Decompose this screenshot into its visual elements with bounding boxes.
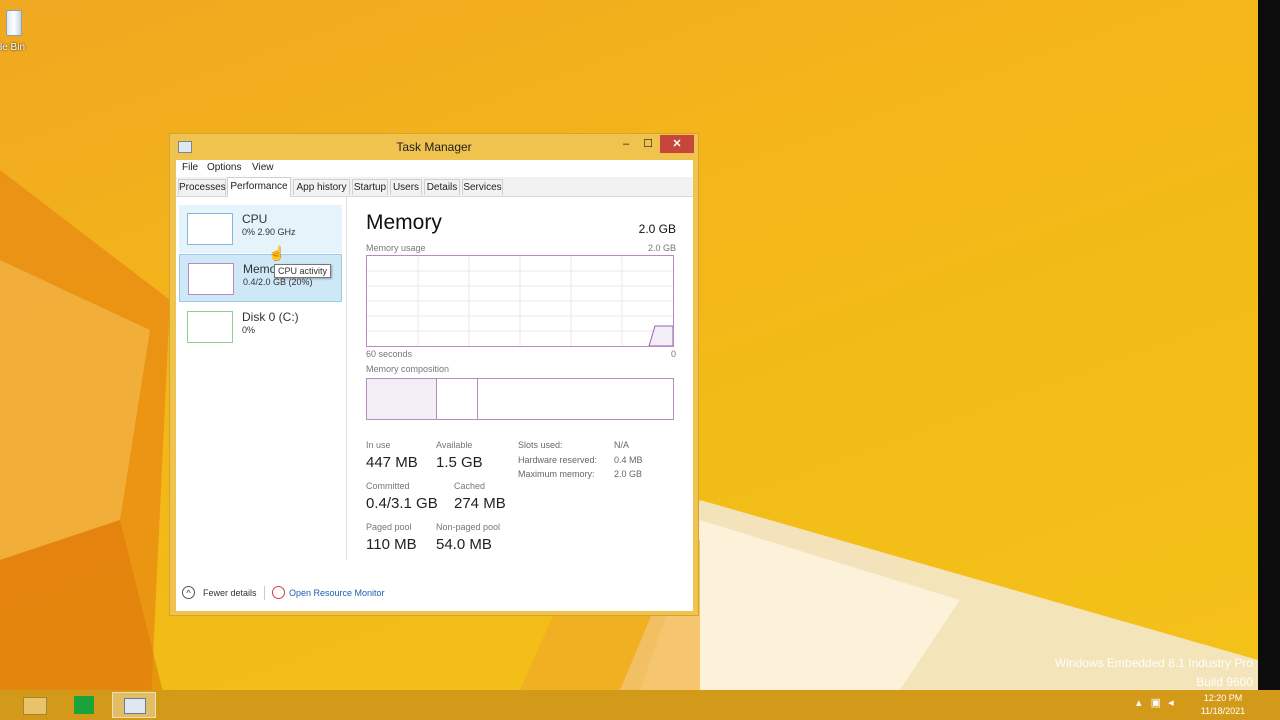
title-bar[interactable]: Task Manager – ☐ ✕ <box>170 134 698 160</box>
task-manager-taskbar-button[interactable] <box>112 692 156 718</box>
non-paged-pool-label: Non-paged pool <box>436 522 501 532</box>
chevron-up-icon[interactable]: ^ <box>182 586 195 599</box>
maximum-memory-value: 2.0 GB <box>614 469 643 479</box>
sidebar-item-value: 0% 2.90 GHz <box>242 227 296 237</box>
maximum-memory-label: Maximum memory: <box>518 469 595 479</box>
memory-usage-label: Memory usage <box>366 243 426 253</box>
clock-date: 11/18/2021 <box>1200 706 1246 716</box>
tab-details[interactable]: Details <box>424 179 460 195</box>
task-manager-icon <box>124 698 146 714</box>
trash-icon <box>6 10 22 36</box>
hardware-reserved-label: Hardware reserved: <box>518 455 598 465</box>
system-tray: ▴ ▣ ◂ <box>1136 696 1174 709</box>
sidebar-item-label: CPU <box>242 212 268 226</box>
available-label: Available <box>436 440 473 450</box>
tab-bar: Processes Performance App history Startu… <box>176 177 693 197</box>
memory-usage-max: 2.0 GB <box>647 243 676 253</box>
maximize-button[interactable]: ☐ <box>638 135 658 153</box>
os-watermark: Windows Embedded 8.1 Industry Pro Build … <box>1055 654 1253 692</box>
watermark-edition: Windows Embedded 8.1 Industry Pro <box>1054 656 1253 670</box>
tab-app-history[interactable]: App history <box>293 179 350 195</box>
in-use-label: In use <box>366 440 391 450</box>
clock-time: 12:20 PM <box>1203 693 1243 703</box>
recycle-bin-label: le Bin <box>0 42 26 53</box>
sidebar-item-value: 0.4/2.0 GB (20%) <box>243 277 313 287</box>
right-edge-bar <box>1258 0 1280 690</box>
sidebar-item-memory[interactable]: Memory 0.4/2.0 GB (20%) <box>179 254 342 302</box>
volume-icon[interactable]: ◂ <box>1168 697 1174 709</box>
tab-performance[interactable]: Performance <box>227 177 291 197</box>
fewer-details-link[interactable]: Fewer details <box>203 588 257 598</box>
task-manager-window: Task Manager – ☐ ✕ File Options View Pro… <box>169 133 699 616</box>
cached-value: 274 MB <box>454 495 506 512</box>
window-client-area: File Options View Processes Performance … <box>176 160 693 611</box>
sidebar-item-label: Disk 0 (C:) <box>242 310 299 324</box>
open-resource-monitor-link[interactable]: Open Resource Monitor <box>289 588 385 598</box>
memory-usage-plot <box>367 256 674 347</box>
network-icon[interactable]: ▣ <box>1151 697 1161 709</box>
menu-file[interactable]: File <box>182 162 198 173</box>
minimize-button[interactable]: – <box>616 135 636 153</box>
store-icon[interactable] <box>64 692 104 718</box>
paged-pool-label: Paged pool <box>366 522 412 532</box>
tab-users[interactable]: Users <box>390 179 422 195</box>
memory-composition-bar <box>366 378 674 420</box>
sidebar-item-value: 0% <box>242 325 256 335</box>
clock[interactable]: 12:20 PM 11/18/2021 <box>1188 692 1258 718</box>
composition-modified <box>437 379 478 419</box>
menu-options[interactable]: Options <box>207 162 241 173</box>
mouse-cursor-icon: ☝ <box>268 245 286 261</box>
tray-overflow-icon[interactable]: ▴ <box>1136 697 1142 709</box>
resource-sidebar: CPU 0% 2.90 GHz Memory 0.4/2.0 GB (20%) … <box>176 197 347 560</box>
tab-processes[interactable]: Processes <box>178 179 226 195</box>
in-use-value: 447 MB <box>366 454 418 471</box>
menu-view[interactable]: View <box>252 162 274 173</box>
footer: ^ Fewer details Open Resource Monitor <box>176 580 693 606</box>
cpu-sparkline <box>187 213 233 245</box>
tooltip: CPU activity <box>274 264 332 278</box>
folder-icon <box>23 697 47 715</box>
file-explorer-icon[interactable] <box>14 692 54 718</box>
paged-pool-value: 110 MB <box>366 536 417 553</box>
committed-label: Committed <box>366 481 410 491</box>
disk-sparkline <box>187 311 233 343</box>
memory-usage-graph <box>366 255 674 347</box>
memory-sparkline <box>188 263 234 295</box>
resource-monitor-icon <box>272 586 285 599</box>
non-paged-pool-value: 54.0 MB <box>436 536 492 553</box>
slots-used-value: N/A <box>614 440 630 450</box>
available-value: 1.5 GB <box>436 454 483 471</box>
slots-used-label: Slots used: <box>518 440 563 450</box>
taskbar: ▴ ▣ ◂ 12:20 PM 11/18/2021 <box>0 690 1280 720</box>
composition-in-use <box>367 379 437 419</box>
committed-value: 0.4/3.1 GB <box>366 495 438 512</box>
sidebar-item-cpu[interactable]: CPU 0% 2.90 GHz <box>179 205 342 253</box>
memory-total: 2.0 GB <box>638 222 676 236</box>
hardware-reserved-value: 0.4 MB <box>614 455 643 465</box>
close-button[interactable]: ✕ <box>660 135 694 153</box>
cached-label: Cached <box>454 481 486 491</box>
recycle-bin-icon[interactable]: le Bin <box>0 8 30 58</box>
memory-detail-panel: Memory 2.0 GB Memory usage 2.0 GB 60 sec… <box>366 197 676 560</box>
memory-composition-label: Memory composition <box>366 364 450 374</box>
store-bag-icon <box>74 696 94 714</box>
footer-divider <box>264 586 265 600</box>
tab-services[interactable]: Services <box>462 179 503 195</box>
sidebar-item-disk[interactable]: Disk 0 (C:) 0% <box>179 303 342 351</box>
graph-axis-left: 60 seconds <box>366 349 413 359</box>
menu-bar: File Options View <box>176 160 693 176</box>
page-title: Memory <box>366 211 442 234</box>
graph-axis-right: 0 <box>670 349 676 359</box>
tab-startup[interactable]: Startup <box>352 179 388 195</box>
